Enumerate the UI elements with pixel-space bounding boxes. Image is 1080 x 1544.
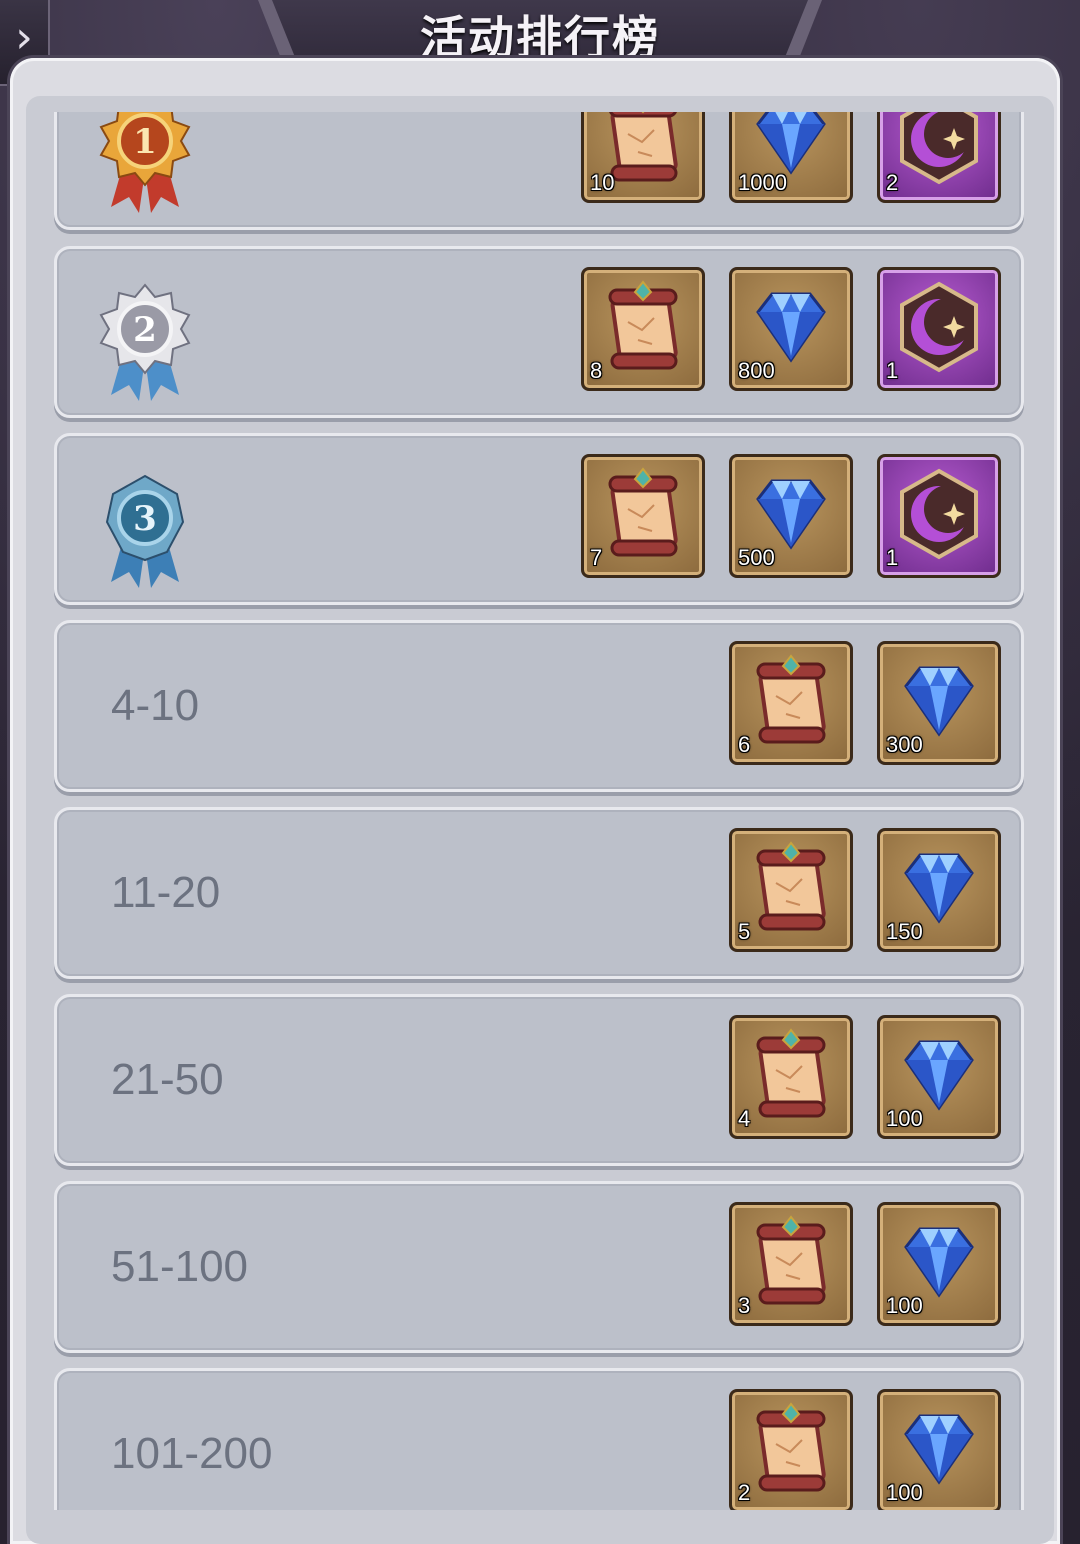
rank-row-1: 1 10 1000 2 [54,112,1024,230]
reward-quantity: 100 [886,1293,923,1318]
reward-item[interactable]: 800 [729,267,853,391]
reward-quantity: 8 [590,358,603,383]
reward-item[interactable]: 100 [877,1202,1001,1326]
reward-item[interactable]: 150 [877,828,1001,952]
reward-quantity: 2 [738,1480,751,1505]
reward-quantity: 800 [738,358,775,383]
rank-row-51-100: 51-100 3 100 [54,1181,1024,1353]
reward-item[interactable]: 4 [729,1015,853,1139]
chevron-right-icon: › [15,12,33,63]
scroll-icon [756,1215,826,1305]
reward-list: 3 100 [729,1202,1001,1326]
reward-item[interactable]: 500 [729,454,853,578]
reward-quantity: 300 [886,732,923,757]
reward-item[interactable]: 1000 [729,112,853,203]
rank-range-label: 101-200 [111,1429,273,1478]
moon-emblem-icon [900,468,978,560]
blue-medal-3-icon: 3 [105,474,185,588]
reward-list: 6 300 [729,641,1001,765]
silver-medal-2-icon: 2 [99,283,191,401]
reward-item[interactable]: 300 [877,641,1001,765]
reward-item[interactable]: 6 [729,641,853,765]
reward-list: 5 150 [729,828,1001,952]
reward-quantity: 6 [738,732,751,757]
reward-list: 8 800 1 [581,267,1001,391]
reward-quantity: 500 [738,545,775,570]
reward-item[interactable]: 5 [729,828,853,952]
reward-quantity: 150 [886,919,923,944]
scroll-icon [756,654,826,744]
rank-row-4-10: 4-10 6 300 [54,620,1024,792]
rank-row-3: 3 7 500 1 [54,433,1024,605]
reward-quantity: 100 [886,1106,923,1131]
rank-range-label: 11-20 [111,868,221,917]
reward-item[interactable]: 100 [877,1389,1001,1510]
scroll-icon [608,280,678,370]
scroll-icon [756,1028,826,1118]
scroll-icon [756,1402,826,1492]
reward-item[interactable]: 2 [729,1389,853,1510]
reward-item[interactable]: 8 [581,267,705,391]
rank-row-2: 2 8 800 1 [54,246,1024,418]
svg-text:2: 2 [133,310,157,350]
reward-quantity: 3 [738,1293,751,1318]
moon-emblem-icon [900,281,978,373]
reward-quantity: 5 [738,919,751,944]
reward-quantity: 100 [886,1480,923,1505]
moon-emblem-icon [900,112,978,185]
rank-range-label: 51-100 [111,1242,249,1291]
gold-medal-1-icon: 1 [99,112,191,213]
reward-item[interactable]: 7 [581,454,705,578]
reward-item[interactable]: 100 [877,1015,1001,1139]
rank-row-11-20: 11-20 5 150 [54,807,1024,979]
reward-list: 7 500 1 [581,454,1001,578]
reward-list: 2 100 [729,1389,1001,1510]
reward-item[interactable]: 1 [877,267,1001,391]
rank-range-label: 4-10 [111,681,200,730]
reward-list: 4 100 [729,1015,1001,1139]
reward-quantity: 4 [738,1106,751,1131]
reward-item[interactable]: 3 [729,1202,853,1326]
reward-item[interactable]: 1 [877,454,1001,578]
scroll-icon [756,841,826,931]
reward-quantity: 10 [590,170,615,195]
reward-quantity: 1 [886,358,899,383]
svg-text:3: 3 [133,499,157,539]
ranking-reward-list[interactable]: 1 10 1000 2 2 8 800 1 3 7 500 1 4-10 6 3… [38,112,1042,1510]
svg-text:1: 1 [133,122,157,162]
reward-quantity: 2 [886,170,899,195]
reward-item[interactable]: 10 [581,112,705,203]
reward-item[interactable]: 2 [877,112,1001,203]
reward-quantity: 7 [590,545,603,570]
rank-row-21-50: 21-50 4 100 [54,994,1024,1166]
rank-row-101-200: 101-200 2 100 [54,1368,1024,1510]
rank-range-label: 21-50 [111,1055,224,1104]
reward-quantity: 1 [886,545,899,570]
scroll-icon [608,467,678,557]
reward-list: 10 1000 2 [581,112,1001,203]
reward-quantity: 1000 [738,170,787,195]
